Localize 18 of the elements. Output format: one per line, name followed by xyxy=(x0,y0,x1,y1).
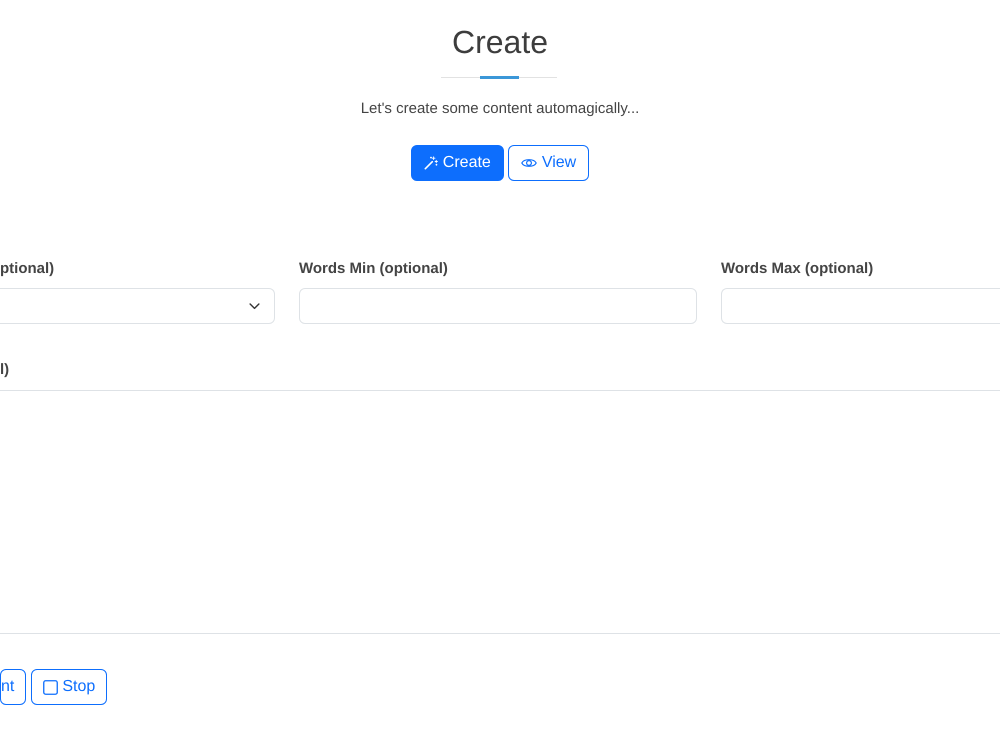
field-label: l) xyxy=(0,360,10,380)
tab-button[interactable]: View xyxy=(508,145,590,181)
square-icon xyxy=(43,680,58,694)
page-title: Create xyxy=(452,23,548,61)
tab-button[interactable]: Create xyxy=(410,145,504,181)
input-field[interactable] xyxy=(299,288,697,324)
field-label: Words Max (optional) xyxy=(721,259,874,279)
chevron-down-icon xyxy=(249,302,260,310)
magic-wand-icon xyxy=(424,156,438,170)
outline-button[interactable]: Stop xyxy=(31,669,108,705)
dropdown-field[interactable] xyxy=(0,288,275,324)
outline-button[interactable]: nt xyxy=(0,669,26,705)
eye-icon xyxy=(520,157,537,169)
text-area[interactable] xyxy=(0,390,1000,634)
field-label: ptional) xyxy=(0,259,54,279)
input-field[interactable] xyxy=(721,288,1000,324)
field-label: Words Min (optional) xyxy=(299,259,448,279)
subtitle: Let's create some content automagically... xyxy=(360,99,640,119)
